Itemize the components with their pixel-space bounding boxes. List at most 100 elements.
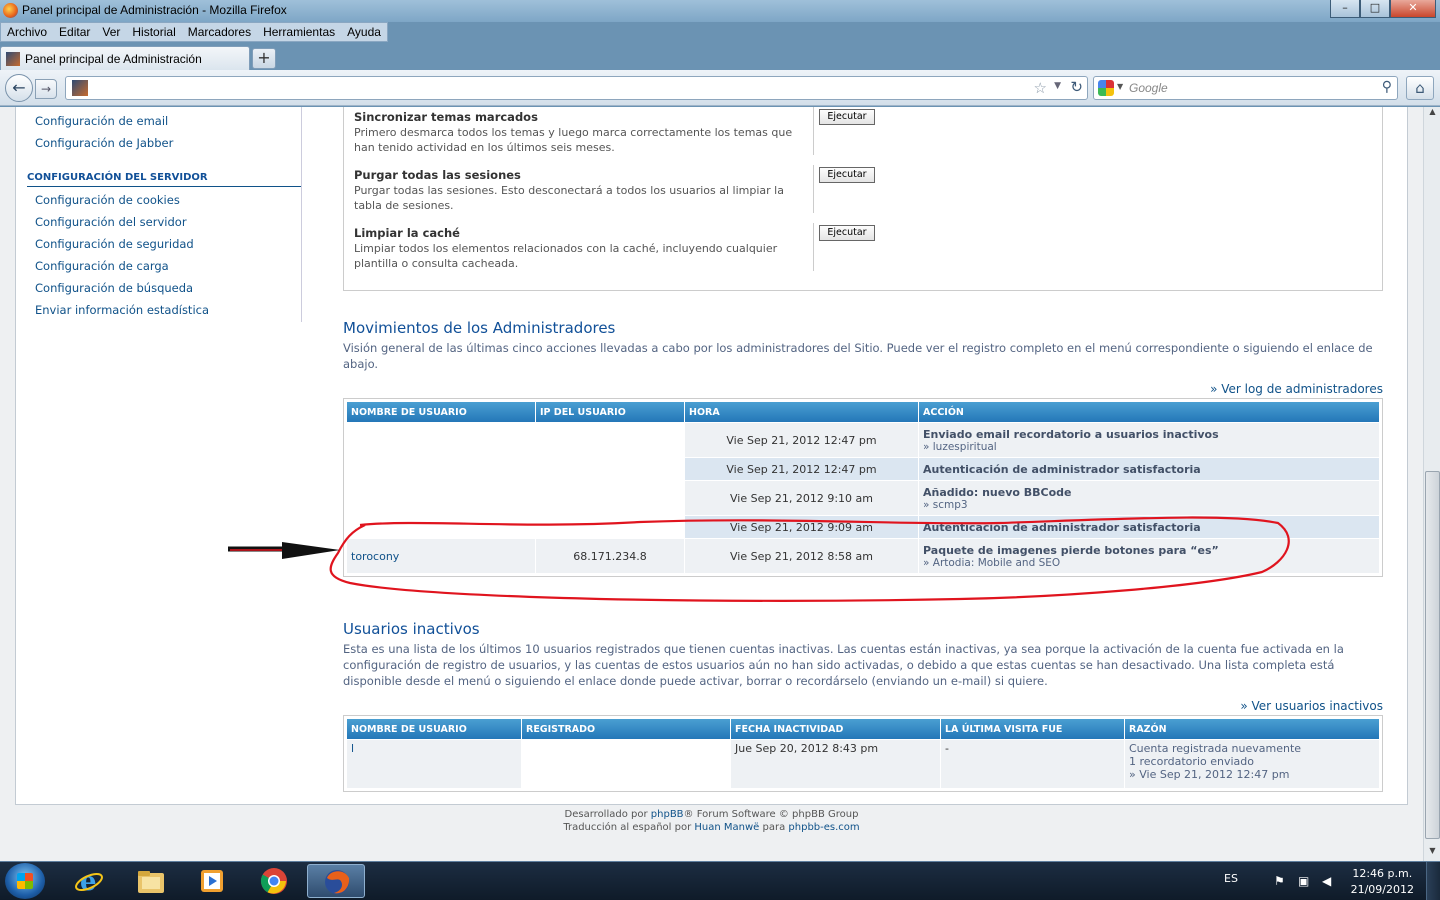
search-bar[interactable]: ▼ Google ⚲	[1093, 76, 1398, 100]
site-favicon-icon	[6, 52, 20, 66]
reason-cell: Cuenta registrada nuevamente 1 recordato…	[1125, 740, 1379, 788]
vertical-scrollbar[interactable]: ▲ ▼	[1423, 107, 1440, 861]
menu-ayuda[interactable]: Ayuda	[341, 23, 387, 41]
action-title: Añadido: nuevo BBCode	[923, 485, 1072, 499]
action-center-flag-icon[interactable]: ⚑	[1274, 874, 1285, 888]
menu-herramientas[interactable]: Herramientas	[257, 23, 341, 41]
phpbb-es-link[interactable]: phpbb-es.com	[788, 822, 859, 833]
sidebar-item-security[interactable]: Configuración de seguridad	[35, 237, 194, 251]
minimize-button[interactable]: –	[1330, 0, 1360, 18]
action-title: Paquete de imagenes pierde botones para …	[923, 543, 1219, 557]
close-button[interactable]: ✕	[1390, 0, 1436, 18]
show-desktop-button[interactable]	[1426, 862, 1440, 900]
tool-desc-purge: Purgar todas las sesiones. Esto desconec…	[354, 184, 784, 212]
chrome-icon	[260, 868, 287, 894]
taskbar-chrome[interactable]	[245, 864, 303, 898]
execute-purge-button[interactable]: Ejecutar	[819, 167, 875, 183]
phpbb-link[interactable]: phpBB	[651, 809, 684, 820]
col-action: ACCIÓN	[919, 402, 1379, 422]
tab-panel-principal[interactable]: Panel principal de Administración	[0, 46, 250, 70]
url-bar[interactable]: ☆ ▼ ↻	[65, 76, 1088, 100]
search-icon[interactable]: ⚲	[1382, 79, 1392, 95]
url-history-dropdown-icon[interactable]: ▼	[1054, 81, 1061, 91]
search-input[interactable]: Google	[1129, 81, 1168, 95]
google-engine-icon[interactable]	[1098, 80, 1114, 96]
internet-explorer-icon: e	[75, 867, 103, 895]
username-link[interactable]: torocony	[351, 550, 399, 563]
translator-link[interactable]: Huan Manwë	[694, 822, 759, 833]
sidebar-item-load[interactable]: Configuración de carga	[35, 259, 169, 273]
bookmark-star-icon[interactable]: ☆	[1034, 79, 1047, 97]
username-link[interactable]: l	[351, 742, 354, 755]
footer-text: Desarrollado por	[564, 809, 648, 820]
navigation-toolbar: ← → ☆ ▼ ↻ ▼ Google ⚲ ⌂	[0, 70, 1440, 106]
tool-desc-sync: Primero desmarca todos los temas y luego…	[354, 126, 793, 154]
tool-title-sync: Sincronizar temas marcados	[354, 110, 538, 124]
sidebar-item-jabber[interactable]: Configuración de Jabber	[35, 136, 173, 150]
divider	[813, 107, 814, 155]
language-indicator[interactable]: ES	[1224, 872, 1238, 885]
clock-date: 21/09/2012	[1350, 883, 1414, 896]
time-cell: Vie Sep 21, 2012 12:47 pm	[685, 423, 918, 457]
action-cell: Autenticación de administrador satisfact…	[919, 458, 1379, 480]
scroll-down-icon[interactable]: ▼	[1425, 846, 1440, 861]
start-button[interactable]	[5, 863, 45, 899]
taskbar-firefox[interactable]	[307, 864, 365, 898]
execute-cache-button[interactable]: Ejecutar	[819, 225, 875, 241]
back-button[interactable]: ←	[5, 74, 33, 102]
reason-line: » Vie Sep 21, 2012 12:47 pm	[1129, 768, 1290, 781]
col-registered: REGISTRADO	[522, 719, 730, 739]
inactive-date-cell: Jue Sep 20, 2012 8:43 pm	[731, 740, 940, 788]
view-inactive-users-link[interactable]: » Ver usuarios inactivos	[1240, 699, 1383, 713]
windows-taskbar: e ES ⚑ ▣ ◀ 12:46 p.m. 21/09/2012	[0, 861, 1440, 900]
site-identity-icon[interactable]	[72, 80, 88, 96]
search-engine-dropdown-icon[interactable]: ▼	[1117, 82, 1123, 91]
taskbar-internet-explorer[interactable]: e	[60, 864, 118, 898]
menu-marcadores[interactable]: Marcadores	[182, 23, 257, 41]
reload-icon[interactable]: ↻	[1070, 78, 1083, 96]
inactive-users-table: NOMBRE DE USUARIO REGISTRADO FECHA INACT…	[343, 715, 1383, 792]
sidebar-item-search[interactable]: Configuración de búsqueda	[35, 281, 193, 295]
menu-archivo[interactable]: Archivo	[1, 23, 53, 41]
table-row: Vie Sep 21, 2012 9:10 am Añadido: nuevo …	[347, 481, 1379, 515]
sidebar-item-stats[interactable]: Enviar información estadística	[35, 303, 209, 317]
menu-editar[interactable]: Editar	[53, 23, 96, 41]
taskbar-media-player[interactable]	[183, 864, 241, 898]
registered-cell	[522, 740, 730, 788]
new-tab-button[interactable]: +	[252, 48, 276, 69]
scroll-up-icon[interactable]: ▲	[1425, 107, 1440, 122]
volume-icon[interactable]: ◀	[1322, 874, 1331, 888]
reason-line: 1 recordatorio enviado	[1129, 755, 1254, 768]
table-row: Vie Sep 21, 2012 12:47 pm Autenticación …	[347, 458, 1379, 480]
sidebar-item-email[interactable]: Configuración de email	[35, 114, 168, 128]
firefox-icon	[325, 870, 350, 894]
sidebar-item-server[interactable]: Configuración del servidor	[35, 215, 187, 229]
action-cell: Añadido: nuevo BBCode » scmp3	[919, 481, 1379, 515]
time-cell: Vie Sep 21, 2012 9:09 am	[685, 516, 918, 538]
time-cell: Vie Sep 21, 2012 9:10 am	[685, 481, 918, 515]
clock[interactable]: 12:46 p.m. 21/09/2012	[1351, 866, 1414, 898]
tab-title: Panel principal de Administración	[25, 52, 202, 66]
view-admin-log-link[interactable]: » Ver log de administradores	[1210, 382, 1383, 396]
network-icon[interactable]: ▣	[1298, 874, 1309, 888]
taskbar-file-explorer[interactable]	[122, 864, 180, 898]
menu-historial[interactable]: Historial	[126, 23, 181, 41]
home-button[interactable]: ⌂	[1406, 76, 1434, 100]
firefox-icon	[3, 3, 18, 18]
menu-ver[interactable]: Ver	[96, 23, 126, 41]
clock-time: 12:46 p.m.	[1352, 867, 1413, 880]
divider	[813, 165, 814, 213]
forward-button[interactable]: →	[35, 79, 57, 99]
scroll-thumb[interactable]	[1425, 471, 1440, 839]
username-cell: l	[347, 740, 521, 788]
execute-sync-button[interactable]: Ejecutar	[819, 109, 875, 125]
tool-title-cache: Limpiar la caché	[354, 226, 460, 240]
menu-bar: Archivo Editar Ver Historial Marcadores …	[0, 22, 388, 42]
maximize-button[interactable]: □	[1360, 0, 1390, 18]
time-cell: Vie Sep 21, 2012 8:58 am	[685, 539, 918, 573]
action-title: Enviado email recordatorio a usuarios in…	[923, 427, 1219, 441]
maintenance-tools: Sincronizar temas marcados Primero desma…	[343, 107, 1383, 291]
tool-desc-cache: Limpiar todos los elementos relacionados…	[354, 242, 778, 270]
time-cell: Vie Sep 21, 2012 12:47 pm	[685, 458, 918, 480]
sidebar-item-cookies[interactable]: Configuración de cookies	[35, 193, 180, 207]
